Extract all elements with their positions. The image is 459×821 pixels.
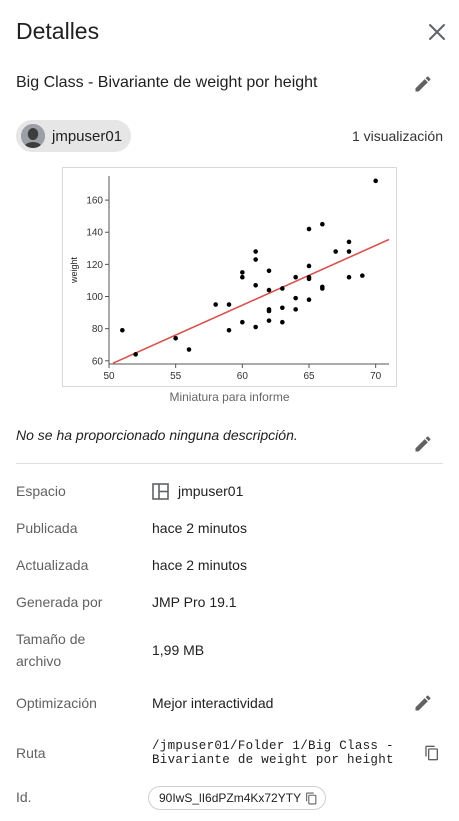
data-point [240,274,245,280]
data-point [226,302,232,307]
y-tick-label: 100 [86,292,103,303]
y-tick-label: 60 [92,356,104,367]
owner-name: jmpuser01 [52,127,123,145]
data-point [293,295,298,301]
path-value-line1: /jmpuser01/Folder 1/Big Class - [152,739,394,753]
data-point [253,257,258,262]
data-point [266,287,272,293]
data-point [253,324,258,330]
description-text: No se ha proporcionado ninguna descripci… [16,427,298,443]
x-tick-label: 70 [370,371,382,382]
copy-icon [306,792,317,804]
copy-icon [425,745,438,761]
data-point [360,273,365,278]
optimization-value: Mejor interactividad [152,695,274,711]
file-size-value: 1,99 MB [152,642,205,658]
fit-line [112,238,390,364]
data-point [266,318,272,323]
report-thumbnail[interactable]: 60 80 100 120 140 160 50 55 60 65 70 weight [62,167,397,387]
data-point [266,268,272,274]
data-point [306,263,312,269]
y-tick-label: 140 [86,228,103,239]
x-tick-label: 55 [170,371,182,382]
updated-value: hace 2 minutos [152,557,247,573]
path-label: Ruta [16,745,46,761]
data-point [226,327,232,333]
y-axis-label: weight [69,256,79,284]
x-tick-label: 60 [237,371,249,382]
x-tick-label: 65 [303,371,315,382]
copy-path-button[interactable] [424,745,440,761]
data-point [186,347,192,352]
divider [16,463,443,464]
data-point [346,274,352,280]
data-point [293,274,298,280]
scatter-chart: 60 80 100 120 140 160 50 55 60 65 70 weight [69,176,390,382]
data-point [320,284,325,290]
file-size-label: Tamaño de archivo [16,631,86,669]
data-point [173,335,178,341]
optimization-label: Optimización [16,695,97,711]
x-tick-label: 50 [103,371,115,382]
data-point [280,286,285,291]
y-tick-label: 80 [92,324,104,335]
y-tick-label: 120 [86,260,103,271]
close-icon [429,24,445,40]
space-layout-icon [152,482,169,500]
pencil-icon [415,695,431,711]
data-point [373,178,378,184]
id-label: Id. [16,789,32,805]
space-value-row[interactable]: jmpuser01 [152,480,243,502]
edit-title-button[interactable] [413,74,433,94]
data-point [120,327,125,333]
updated-label: Actualizada [16,557,89,573]
panel-title: Detalles [16,18,100,44]
data-point [280,319,285,325]
thumbnail-caption: Miniatura para informe [169,390,290,404]
data-point [346,239,352,245]
data-point [293,307,298,312]
space-label: Espacio [16,483,66,499]
data-point [333,249,338,254]
data-point [266,307,272,312]
id-value: 90IwS_lI6dPZm4Kx72YTY [159,791,302,805]
view-count: 1 visualización [351,128,443,144]
pencil-icon [415,436,431,452]
space-value: jmpuser01 [178,483,244,499]
data-point [133,352,138,357]
report-title: Big Class - Bivariante de weight por hei… [16,74,318,91]
edit-description-button[interactable] [413,434,433,454]
y-tick-label: 160 [86,196,103,207]
published-value: hace 2 minutos [152,520,247,536]
data-point [346,249,352,254]
id-chip[interactable]: 90IwS_lI6dPZm4Kx72YTY [148,786,326,810]
edit-optimization-button[interactable] [413,693,433,713]
data-point [306,297,312,303]
data-point [213,302,218,307]
published-label: Publicada [16,520,78,536]
data-point [280,305,285,311]
data-point [253,249,258,254]
generated-by-value: JMP Pro 19.1 [152,594,237,610]
data-point [240,270,245,275]
generated-by-label: Generada por [16,594,103,610]
data-point [253,282,258,288]
close-button[interactable] [425,20,449,44]
data-point [240,319,245,325]
data-point [306,226,312,232]
owner-chip[interactable]: jmpuser01 [16,120,131,152]
pencil-icon [415,76,431,92]
path-value-line2: Bivariante de weight por height [152,753,394,767]
data-point [306,274,312,280]
user-avatar-icon [21,124,45,148]
data-point [320,221,325,227]
